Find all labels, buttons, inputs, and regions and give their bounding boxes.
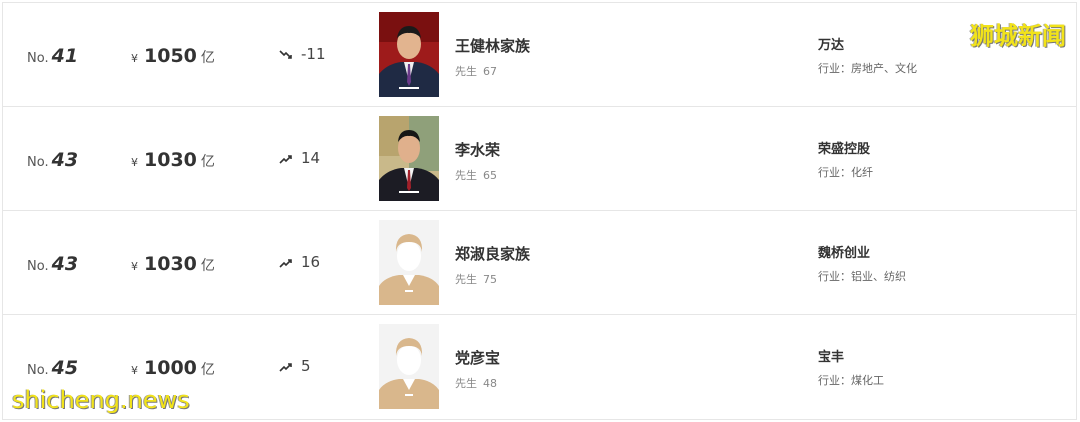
wealth: ¥1000 亿 — [131, 357, 215, 379]
avatar-placeholder[interactable] — [379, 220, 439, 305]
rank-change-value: -11 — [301, 45, 326, 63]
currency-symbol: ¥ — [131, 364, 138, 377]
watermark-top: 狮城新闻 — [970, 22, 1066, 50]
rank-prefix: No. — [27, 363, 49, 378]
company-name[interactable]: 魏桥创业 — [818, 242, 870, 261]
rank-change-value: 14 — [301, 149, 321, 167]
trend-down-icon — [279, 49, 292, 59]
list-item[interactable]: No. 43 ¥1030 亿 14 李水荣 先生 65 荣盛控股 行业：化纤 — [3, 107, 1076, 211]
rank: No. 43 — [27, 253, 78, 275]
rank-change-value: 16 — [301, 253, 321, 271]
rank-change-value: 5 — [301, 357, 311, 375]
industry: 行业：铝业、纺织 — [818, 270, 906, 283]
person-name[interactable]: 王健林家族 — [455, 35, 530, 56]
person-title: 先生 — [455, 377, 477, 390]
portrait-photo[interactable] — [379, 12, 439, 97]
person-age: 67 — [483, 65, 497, 78]
currency-symbol: ¥ — [131, 52, 138, 65]
wealth-amount: 1030 — [144, 253, 197, 275]
portrait-photo[interactable] — [379, 116, 439, 201]
person-meta: 先生 48 — [455, 375, 497, 391]
wealth-unit: 亿 — [200, 258, 215, 274]
wealth: ¥1050 亿 — [131, 45, 215, 67]
wealth-amount: 1050 — [144, 45, 197, 67]
rank-change: 16 — [279, 253, 320, 271]
rank-number: 43 — [51, 253, 79, 275]
person-name[interactable]: 党彦宝 — [455, 347, 500, 368]
trend-up-icon — [279, 154, 292, 164]
rank-number: 45 — [51, 357, 79, 379]
person-meta: 先生 67 — [455, 63, 497, 79]
person-meta: 先生 75 — [455, 271, 497, 287]
currency-symbol: ¥ — [131, 156, 138, 169]
rank-number: 41 — [51, 45, 79, 67]
industry: 行业：房地产、文化 — [818, 62, 917, 75]
person-title: 先生 — [455, 65, 477, 78]
trend-up-icon — [279, 258, 292, 268]
list-item[interactable]: No. 41 ¥1050 亿 -11 王健林家族 先生 67 万达 行业：房地产、文化 — [3, 3, 1076, 107]
wealth-amount: 1030 — [144, 149, 197, 171]
company-name[interactable]: 宝丰 — [818, 346, 844, 365]
rank-change: -11 — [279, 45, 326, 63]
person-name[interactable]: 李水荣 — [455, 139, 500, 160]
wealth-amount: 1000 — [144, 357, 197, 379]
rank-prefix: No. — [27, 51, 49, 66]
wealth-unit: 亿 — [200, 362, 215, 378]
rank-prefix: No. — [27, 259, 49, 274]
rank: No. 45 — [27, 357, 78, 379]
list-item[interactable]: No. 43 ¥1030 亿 16 郑淑良家族 先生 75 魏桥创业 行业：铝业、纺织 — [3, 211, 1076, 315]
rank-change: 14 — [279, 149, 320, 167]
wealth: ¥1030 亿 — [131, 149, 215, 171]
person-age: 65 — [483, 169, 497, 182]
avatar-placeholder[interactable] — [379, 324, 439, 409]
person-age: 48 — [483, 377, 497, 390]
person-title: 先生 — [455, 169, 477, 182]
wealth-unit: 亿 — [200, 154, 215, 170]
rank-change: 5 — [279, 357, 311, 375]
person-title: 先生 — [455, 273, 477, 286]
rich-list: No. 41 ¥1050 亿 -11 王健林家族 先生 67 万达 行业：房地产、文化… — [2, 2, 1077, 420]
industry: 行业：煤化工 — [818, 374, 884, 387]
person-name[interactable]: 郑淑良家族 — [455, 243, 530, 264]
person-meta: 先生 65 — [455, 167, 497, 183]
trend-up-icon — [279, 362, 292, 372]
rank-prefix: No. — [27, 155, 49, 170]
watermark-bottom: shicheng.news — [12, 386, 190, 414]
rank-number: 43 — [51, 149, 79, 171]
currency-symbol: ¥ — [131, 260, 138, 273]
industry: 行业：化纤 — [818, 166, 873, 179]
wealth: ¥1030 亿 — [131, 253, 215, 275]
rank: No. 41 — [27, 45, 78, 67]
rank: No. 43 — [27, 149, 78, 171]
wealth-unit: 亿 — [200, 50, 215, 66]
company-name[interactable]: 万达 — [818, 34, 844, 53]
company-name[interactable]: 荣盛控股 — [818, 138, 870, 157]
person-age: 75 — [483, 273, 497, 286]
